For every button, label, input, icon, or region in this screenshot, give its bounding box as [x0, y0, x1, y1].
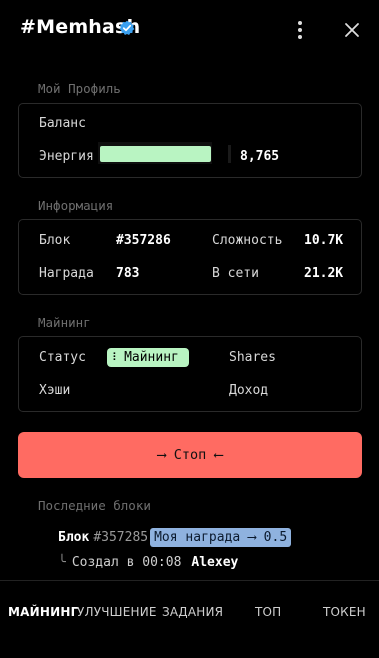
energy-label: Энергия [39, 149, 94, 164]
info-section-label: Информация [38, 198, 114, 213]
close-icon[interactable] [340, 18, 364, 42]
tree-corner-icon: ╰ [58, 555, 66, 570]
energy-value: 8,765 [240, 149, 280, 164]
status-badge: ⠇ Майнинг [107, 348, 189, 367]
app-header: #Memhash [0, 0, 379, 60]
reward-label: Награда [39, 266, 94, 281]
shares-label: Shares [229, 350, 276, 365]
block-value: #357286 [116, 233, 171, 248]
recent-blocks-label: Последние блоки [38, 498, 151, 513]
energy-fill [100, 146, 211, 162]
verified-badge-icon [119, 20, 135, 35]
author-name: Alexey [191, 555, 239, 570]
hashes-label: Хэши [39, 383, 71, 398]
nav-item-token[interactable]: ТОКЕН [323, 605, 366, 619]
income-label: Доход [229, 383, 269, 398]
status-label: Статус [39, 350, 86, 365]
spinner-icon: ⠇ [112, 351, 121, 364]
recent-block-creator-row: ╰ Создал в 00:08 Alexey [58, 555, 238, 570]
recent-block-number: #357285 [93, 530, 149, 545]
nav-item-mining[interactable]: МАЙНИНГ [8, 605, 78, 619]
energy-bar-end [228, 145, 231, 163]
recent-block-label: Блок [58, 530, 90, 545]
recent-block-row: Блок #357285 Моя награда ⟶ 0.5 [58, 528, 292, 547]
balance-label: Баланс [39, 116, 86, 131]
energy-progress-bar [98, 142, 228, 164]
online-label: В сети [212, 266, 259, 281]
my-reward-badge: Моя награда ⟶ 0.5 [150, 528, 292, 547]
difficulty-label: Сложность [212, 233, 283, 248]
nav-item-upgrade[interactable]: УЛУЧШЕНИЕ [77, 605, 157, 619]
mining-section-label: Майнинг [38, 315, 91, 330]
mining-panel [18, 336, 362, 412]
nav-item-tasks[interactable]: ЗАДАНИЯ [162, 605, 223, 619]
info-panel [18, 219, 362, 295]
bottom-nav: МАЙНИНГ УЛУЧШЕНИЕ ЗАДАНИЯ ТОП ТОКЕН [0, 580, 379, 658]
status-value: Майнинг [124, 350, 179, 365]
nav-item-top[interactable]: ТОП [255, 605, 281, 619]
stop-button[interactable]: ⟶ Стоп ⟵ [18, 432, 362, 478]
created-text: Создал в 00:08 [71, 555, 182, 570]
reward-value: 783 [116, 266, 140, 281]
block-label: Блок [39, 233, 71, 248]
difficulty-value: 10.7K [304, 233, 344, 248]
online-value: 21.2K [304, 266, 344, 281]
more-options-icon[interactable] [288, 18, 312, 42]
profile-panel [18, 103, 362, 178]
profile-section-label: Мой Профиль [38, 81, 121, 96]
